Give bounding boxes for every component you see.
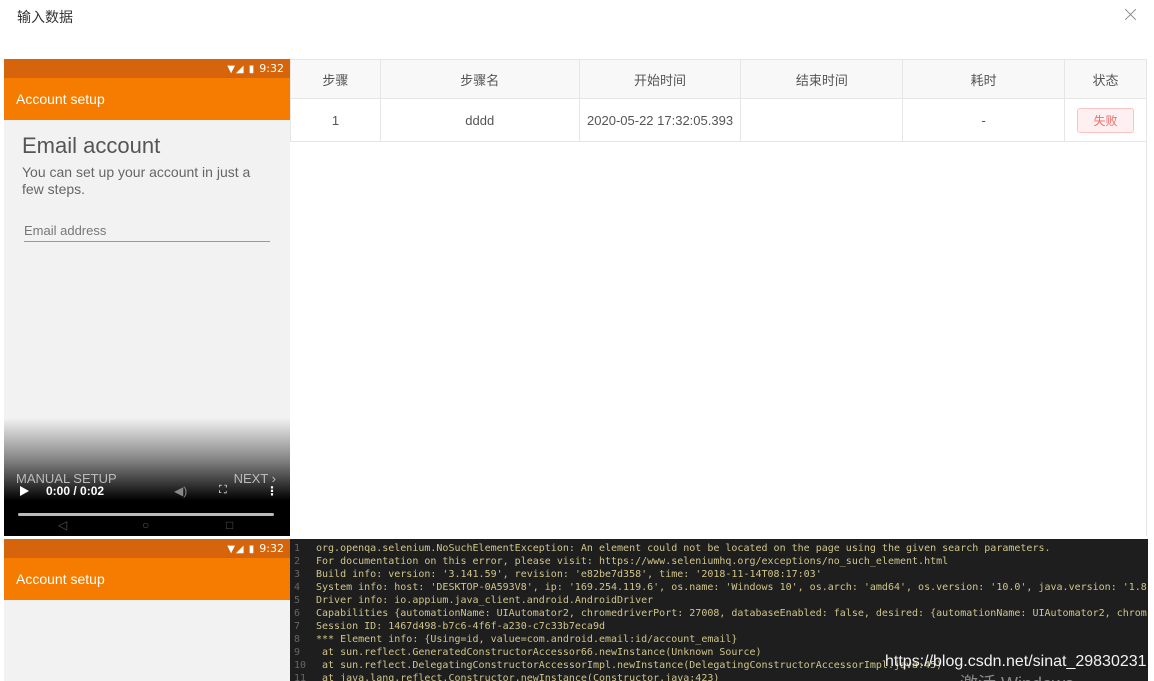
log-line-text: org.openqa.selenium.NoSuchElementExcepti… <box>316 543 1051 554</box>
log-line-text: Capabilities {automationName: UIAutomato… <box>316 608 1147 619</box>
android-nav-bar: ◁ ○ □ <box>4 516 290 536</box>
status-icons: ▼◢ ▮ <box>227 544 256 555</box>
phone-screen-1: ▼◢ ▮ 9:32 Account setup Email account You… <box>4 59 290 536</box>
email-account-subtitle: You can set up your account in just a fe… <box>22 164 251 197</box>
log-line-text: at sun.reflect.DelegatingConstructorAcce… <box>316 660 943 671</box>
app-bar-title: Account setup <box>4 558 290 600</box>
header-step-name: 步骤名 <box>379 59 580 99</box>
header-step: 步骤 <box>290 59 381 99</box>
log-line-number: 9 <box>294 647 301 658</box>
log-line: 7 Session ID: 1467d498-b7c6-4f6f-a230-c7c… <box>290 620 1148 633</box>
phone-screen-2: ▼◢ ▮ 9:32 Account setup <box>4 539 290 681</box>
log-line-number: 11 <box>294 673 307 681</box>
page: 输入数据 ▼◢ ▮ 9:32 Account setup Email accoun… <box>0 0 1154 681</box>
cell-start-time: 2020-05-22 17:32:05.393 <box>578 98 742 142</box>
log-line-text: Build info: version: '3.141.59', revisio… <box>316 569 822 580</box>
more-icon[interactable]: ⋮ <box>266 484 278 498</box>
status-time: 9:32 <box>259 542 284 555</box>
home-icon[interactable]: ○ <box>142 518 149 532</box>
log-line-text: Session ID: 1467d498-b7c6-4f6f-a230-c7c3… <box>316 621 605 632</box>
log-line-text: For documentation on this error, please … <box>316 556 949 567</box>
header-end-time: 结束时间 <box>740 59 904 99</box>
log-line-number: 2 <box>294 556 301 567</box>
log-line-text: at sun.reflect.GeneratedConstructorAcces… <box>316 647 762 658</box>
log-line-text: *** Element info: {Using=id, value=com.a… <box>316 634 738 645</box>
log-line-text: System info: host: 'DESKTOP-0A593V8', ip… <box>316 582 1147 593</box>
cell-duration: - <box>902 98 1065 142</box>
status-bar: ▼◢ ▮ 9:32 <box>4 539 290 558</box>
log-line-number: 5 <box>294 595 301 606</box>
header-start-time: 开始时间 <box>578 59 742 99</box>
watermark: https://blog.csdn.net/sinat_29830231 <box>885 653 1147 670</box>
status-icons: ▼◢ ▮ <box>227 64 256 75</box>
log-line: 8 *** Element info: {Using=id, value=com.… <box>290 633 1148 646</box>
log-line: 2 For documentation on this error, please… <box>290 555 1148 568</box>
status-bar: ▼◢ ▮ 9:32 <box>4 59 290 78</box>
fullscreen-icon[interactable]: ⛶ <box>219 484 227 497</box>
volume-icon[interactable]: ◀) <box>174 484 187 498</box>
header-status: 状态 <box>1064 59 1147 99</box>
log-line: 6 Capabilities {automationName: UIAutomat… <box>290 607 1148 620</box>
log-line: 1 org.openqa.selenium.NoSuchElementExcept… <box>290 542 1148 555</box>
status-time: 9:32 <box>259 62 284 75</box>
video-controls-overlay: MANUAL SETUP NEXT › 0:00 / 0:02 ◀) ⛶ ⋮ ◁… <box>4 418 290 536</box>
app-bar-title: Account setup <box>4 78 290 120</box>
video-controls: 0:00 / 0:02 ◀) ⛶ ⋮ <box>4 484 290 500</box>
video-time: 0:00 / 0:02 <box>46 484 105 498</box>
status-badge: 失败 <box>1077 107 1134 133</box>
recent-apps-icon[interactable]: □ <box>226 518 233 532</box>
steps-table: 步骤 步骤名 开始时间 结束时间 耗时 状态 1 dddd 2020-05-22… <box>290 59 1147 142</box>
email-account-heading: Email account <box>22 133 161 158</box>
log-line: 5 Driver info: io.appium.java_client.andr… <box>290 594 1148 607</box>
log-line-number: 10 <box>294 660 307 671</box>
dialog-title: 输入数据 <box>17 9 73 25</box>
close-icon[interactable] <box>1122 6 1140 24</box>
table-right-border <box>1146 59 1147 536</box>
table-row[interactable]: 1 dddd 2020-05-22 17:32:05.393 - 失败 <box>290 98 1147 142</box>
cell-step: 1 <box>290 98 381 142</box>
email-address-field[interactable]: Email address <box>24 223 270 242</box>
log-line: 3 Build info: version: '3.141.59', revisi… <box>290 568 1148 581</box>
header-duration: 耗时 <box>902 59 1065 99</box>
activate-windows-text: 激活 Windows <box>960 670 1074 681</box>
log-line-number: 3 <box>294 569 301 580</box>
play-icon[interactable] <box>20 486 29 496</box>
cell-end-time <box>740 98 904 142</box>
log-line: 4 System info: host: 'DESKTOP-0A593V8', i… <box>290 581 1148 594</box>
log-line-text: Driver info: io.appium.java_client.andro… <box>316 595 654 606</box>
log-line-number: 6 <box>294 608 301 619</box>
log-line-number: 7 <box>294 621 301 632</box>
cell-status: 失败 <box>1064 98 1147 142</box>
table-header-row: 步骤 步骤名 开始时间 结束时间 耗时 状态 <box>290 59 1147 99</box>
cell-step-name: dddd <box>379 98 580 142</box>
log-line-number: 8 <box>294 634 301 645</box>
log-line-number: 1 <box>294 543 301 554</box>
back-icon[interactable]: ◁ <box>58 518 67 532</box>
log-line-text: at java.lang.reflect.Constructor.newInst… <box>316 673 720 681</box>
log-line-number: 4 <box>294 582 301 593</box>
